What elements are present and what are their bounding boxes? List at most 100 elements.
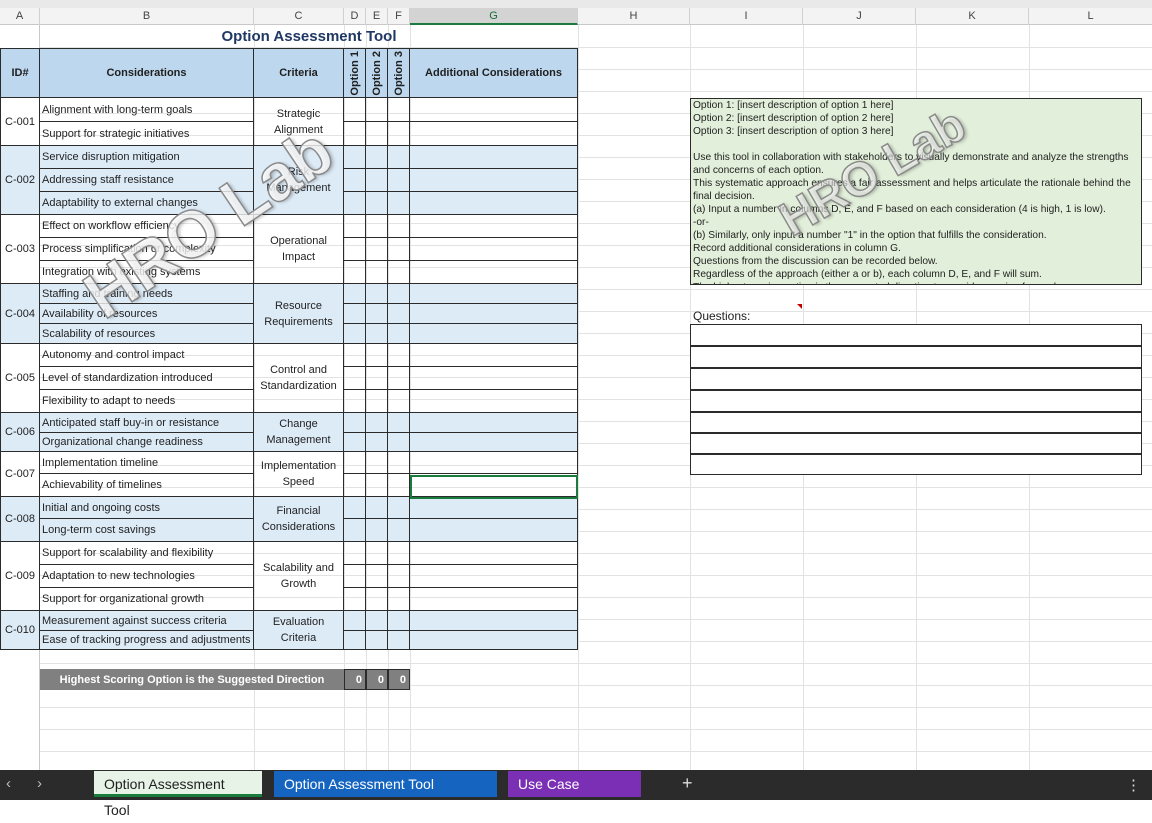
additional-considerations-cell[interactable] [410,215,578,238]
option1-score-cell[interactable] [344,542,366,565]
option3-header[interactable]: Option 3 [388,48,410,98]
option2-score-cell[interactable] [366,215,388,238]
option3-score-cell[interactable] [388,542,410,565]
option3-score-cell[interactable] [388,261,410,284]
consideration-cell[interactable]: Organizational change readiness [40,433,254,452]
option2-score-cell[interactable] [366,565,388,588]
additional-considerations-cell[interactable] [410,611,578,631]
question-row[interactable] [690,324,1142,346]
id-cell[interactable]: C-006 [0,413,40,452]
option2-score-cell[interactable] [366,324,388,344]
id-cell[interactable]: C-003 [0,215,40,284]
option3-score-cell[interactable] [388,390,410,413]
column-header-E[interactable]: E [366,8,388,25]
additional-considerations-cell[interactable] [410,542,578,565]
option2-score-cell[interactable] [366,192,388,215]
option2-score-cell[interactable] [366,367,388,390]
option1-score-cell[interactable] [344,433,366,452]
id-cell[interactable]: C-008 [0,497,40,542]
additional-considerations-cell[interactable] [410,497,578,519]
option1-score-cell[interactable] [344,497,366,519]
option3-score-cell[interactable] [388,474,410,497]
option3-score-cell[interactable] [388,433,410,452]
question-row[interactable] [690,368,1142,390]
option1-score-cell[interactable] [344,146,366,169]
option1-score-cell[interactable] [344,324,366,344]
option3-score-cell[interactable] [388,169,410,192]
option2-score-cell[interactable] [366,474,388,497]
option1-score-cell[interactable] [344,413,366,433]
option3-score-cell[interactable] [388,304,410,324]
additional-considerations-cell[interactable] [410,261,578,284]
criteria-header[interactable]: Criteria [254,48,344,98]
option3-score-cell[interactable] [388,631,410,650]
criteria-cell[interactable]: Scalability and Growth [254,542,344,611]
id-cell[interactable]: C-002 [0,146,40,215]
consideration-cell[interactable]: Support for organizational growth [40,588,254,611]
option3-score-cell[interactable] [388,192,410,215]
consideration-cell[interactable]: Ease of tracking progress and adjustment… [40,631,254,650]
consideration-cell[interactable]: Adaptation to new technologies [40,565,254,588]
considerations-header[interactable]: Considerations [40,48,254,98]
consideration-cell[interactable]: Flexibility to adapt to needs [40,390,254,413]
criteria-cell[interactable]: Change Management [254,413,344,452]
criteria-cell[interactable]: Resource Requirements [254,284,344,344]
comment-indicator[interactable] [797,304,802,309]
tab-option-assessment-tool[interactable]: Option Assessment Tool [94,771,262,818]
additional-considerations-cell[interactable] [410,146,578,169]
additional-considerations-cell[interactable] [410,98,578,122]
option2-total[interactable]: 0 [366,669,388,690]
id-cell[interactable]: C-010 [0,611,40,650]
additional-considerations-cell[interactable] [410,519,578,542]
option1-score-cell[interactable] [344,192,366,215]
option3-score-cell[interactable] [388,146,410,169]
option3-score-cell[interactable] [388,497,410,519]
option2-score-cell[interactable] [366,588,388,611]
column-header-C[interactable]: C [254,8,344,25]
additional-considerations-cell[interactable] [410,367,578,390]
option2-score-cell[interactable] [366,390,388,413]
additional-considerations-cell[interactable] [410,433,578,452]
option1-score-cell[interactable] [344,367,366,390]
additional-considerations-cell[interactable] [410,631,578,650]
option1-score-cell[interactable] [344,169,366,192]
option1-score-cell[interactable] [344,304,366,324]
option2-score-cell[interactable] [366,261,388,284]
option3-score-cell[interactable] [388,611,410,631]
consideration-cell[interactable]: Scalability of resources [40,324,254,344]
consideration-cell[interactable]: Alignment with long-term goals [40,98,254,122]
id-header[interactable]: ID# [0,48,40,98]
option1-score-cell[interactable] [344,452,366,474]
id-cell[interactable]: C-001 [0,98,40,146]
option3-score-cell[interactable] [388,565,410,588]
option1-score-cell[interactable] [344,261,366,284]
option2-score-cell[interactable] [366,542,388,565]
consideration-cell[interactable]: Level of standardization introduced [40,367,254,390]
id-cell[interactable]: C-009 [0,542,40,611]
id-cell[interactable]: C-007 [0,452,40,497]
consideration-cell[interactable]: Initial and ongoing costs [40,497,254,519]
option2-score-cell[interactable] [366,304,388,324]
option2-score-cell[interactable] [366,284,388,304]
additional-considerations-cell[interactable] [410,413,578,433]
additional-considerations-cell[interactable] [410,344,578,367]
id-cell[interactable]: C-005 [0,344,40,413]
additional-considerations-cell[interactable] [410,390,578,413]
consideration-cell[interactable]: Implementation timeline [40,452,254,474]
next-sheet-icon[interactable]: › [37,775,42,792]
column-header-F[interactable]: F [388,8,410,25]
additional-considerations-cell[interactable] [410,324,578,344]
consideration-cell[interactable]: Support for strategic initiatives [40,122,254,146]
option3-score-cell[interactable] [388,122,410,146]
option3-score-cell[interactable] [388,98,410,122]
criteria-cell[interactable]: Financial Considerations [254,497,344,542]
option2-score-cell[interactable] [366,611,388,631]
additional-considerations-cell[interactable] [410,588,578,611]
question-row[interactable] [690,346,1142,368]
option1-score-cell[interactable] [344,284,366,304]
additional-considerations-cell[interactable] [410,122,578,146]
option3-score-cell[interactable] [388,367,410,390]
option1-score-cell[interactable] [344,390,366,413]
question-row[interactable] [690,412,1142,433]
consideration-cell[interactable]: Service disruption mitigation [40,146,254,169]
